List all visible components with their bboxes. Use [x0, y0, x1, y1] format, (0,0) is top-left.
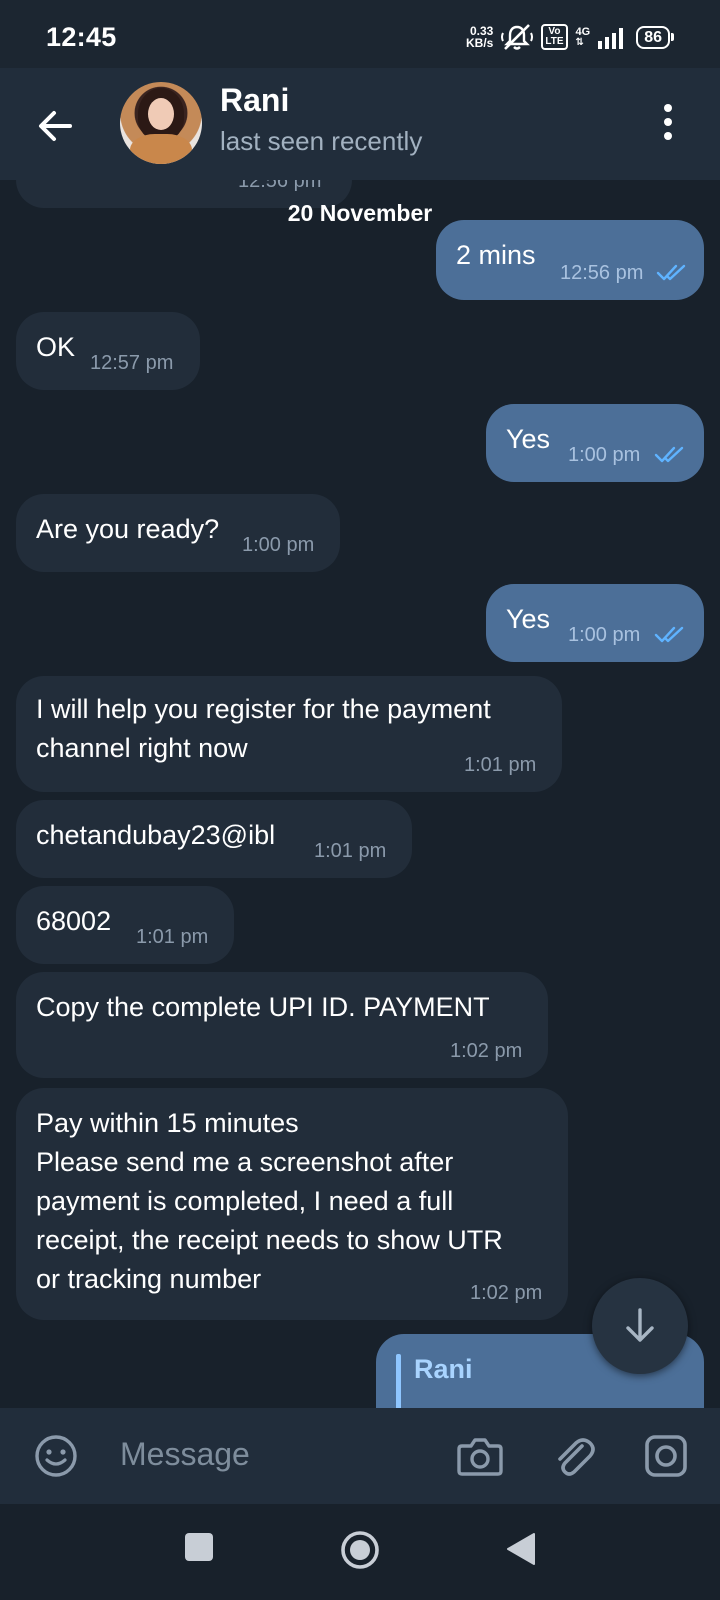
video-message-icon: [645, 1435, 687, 1477]
message-bubble-incoming[interactable]: OK 12:57 pm: [16, 312, 200, 390]
arrow-down-icon: [626, 1308, 654, 1342]
message-list[interactable]: 12:56 pm 20 November 2 mins 12:56 pm OK …: [0, 180, 720, 1408]
message-time: 1:00 pm: [568, 624, 641, 646]
battery-level: 86: [636, 25, 670, 49]
message-text: Yes: [506, 604, 551, 634]
message-text-line: Pay within 15 minutes: [36, 1108, 299, 1138]
more-vertical-icon: [664, 104, 672, 112]
message-bubble-incoming[interactable]: chetandubay23@ibl 1:01 pm: [16, 800, 412, 878]
double-check-icon: [656, 264, 686, 281]
mobile-data-indicator: 4G ⇅: [575, 25, 591, 48]
status-icons: 0.33 KB/s Vo LTE 4G ⇅ 86: [466, 22, 674, 52]
message-text-line: payment is completed, I need a full: [36, 1186, 454, 1216]
message-input-bar: Message: [0, 1408, 720, 1504]
network-type: 4G: [575, 25, 591, 38]
double-check-icon: [654, 446, 684, 463]
message-time: 1:01 pm: [136, 926, 209, 948]
network-speed: 0.33 KB/s: [466, 25, 493, 49]
more-menu-button[interactable]: [660, 104, 676, 144]
message-input[interactable]: Message: [120, 1436, 250, 1473]
message-bubble-incoming[interactable]: Copy the complete UPI ID. PAYMENT 1:02 p…: [16, 972, 548, 1078]
message-bubble-incoming[interactable]: Are you ready? 1:00 pm: [16, 494, 340, 572]
message-bubble-outgoing[interactable]: 2 mins 12:56 pm: [436, 220, 704, 300]
message-text-line: Please send me a screenshot after: [36, 1147, 454, 1177]
message-time: 12:56 pm: [560, 262, 644, 284]
message-bubble-outgoing[interactable]: Yes 1:00 pm: [486, 584, 704, 662]
message-text: Copy the complete UPI ID. PAYMENT: [36, 992, 490, 1022]
contact-name[interactable]: Rani: [220, 82, 289, 119]
reply-quote-bar: [396, 1354, 401, 1408]
volte-badge: Vo LTE: [541, 24, 568, 50]
network-speed-unit: KB/s: [466, 36, 494, 50]
message-time: 12:56 pm: [238, 180, 322, 192]
emoji-button[interactable]: [34, 1434, 78, 1483]
message-time: 1:02 pm: [450, 1040, 523, 1062]
home-circle-icon: [341, 1531, 379, 1569]
message-text-line: I will help you register for the payment: [36, 694, 491, 724]
video-message-button[interactable]: [644, 1434, 688, 1483]
message-time: 12:57 pm: [90, 352, 174, 374]
message-text: 68002: [36, 906, 112, 936]
reply-quote-name: Rani: [414, 1354, 473, 1384]
message-bubble-incoming[interactable]: I will help you register for the payment…: [16, 676, 562, 792]
message-text: OK: [36, 332, 76, 362]
smile-icon: [35, 1435, 77, 1477]
message-time: 1:02 pm: [470, 1282, 543, 1304]
home-button[interactable]: [340, 1530, 380, 1575]
square-icon: [185, 1533, 213, 1561]
scroll-to-bottom-button[interactable]: [592, 1278, 688, 1374]
back-nav-button[interactable]: [506, 1532, 536, 1571]
contact-status: last seen recently: [220, 126, 423, 156]
status-bar: 12:45 0.33 KB/s Vo LTE 4G ⇅ 86: [0, 0, 720, 68]
system-navigation-bar: [0, 1504, 720, 1600]
message-text-line: receipt, the receipt needs to show UTR: [36, 1225, 503, 1255]
message-time: 1:00 pm: [242, 534, 315, 556]
message-text-line: channel right now: [36, 733, 248, 763]
message-bubble-incoming[interactable]: 68002 1:01 pm: [16, 886, 234, 964]
message-time: 1:01 pm: [314, 840, 387, 862]
message-bubble-incoming[interactable]: Pay within 15 minutes Please send me a s…: [16, 1088, 568, 1320]
attach-button[interactable]: [552, 1434, 596, 1485]
camera-icon: [457, 1438, 503, 1476]
camera-button[interactable]: [456, 1434, 504, 1483]
recents-button[interactable]: [184, 1532, 214, 1567]
arrow-left-icon: [39, 111, 72, 141]
message-bubble-outgoing[interactable]: Yes 1:00 pm: [486, 404, 704, 482]
data-arrows-icon: ⇅: [575, 36, 584, 48]
avatar[interactable]: [120, 82, 202, 164]
message-time: 1:00 pm: [568, 444, 641, 466]
message-text: Are you ready?: [36, 514, 220, 544]
chat-header: Rani last seen recently: [0, 68, 720, 180]
message-text: 2 mins: [456, 240, 536, 270]
message-time: 1:01 pm: [464, 754, 537, 776]
volte-bottom-text: LTE: [545, 36, 564, 47]
message-text: chetandubay23@ibl: [36, 820, 276, 850]
paperclip-icon: [558, 1438, 595, 1476]
battery-indicator: 86: [636, 25, 674, 49]
back-button[interactable]: [36, 106, 76, 146]
triangle-back-icon: [507, 1533, 535, 1565]
mute-icon: [501, 23, 534, 51]
message-text: Yes: [506, 424, 551, 454]
signal-icon: [598, 25, 628, 49]
battery-tip: [671, 33, 674, 41]
status-time: 12:45: [46, 22, 117, 52]
message-text-line: or tracking number: [36, 1264, 262, 1294]
double-check-icon: [654, 626, 684, 643]
